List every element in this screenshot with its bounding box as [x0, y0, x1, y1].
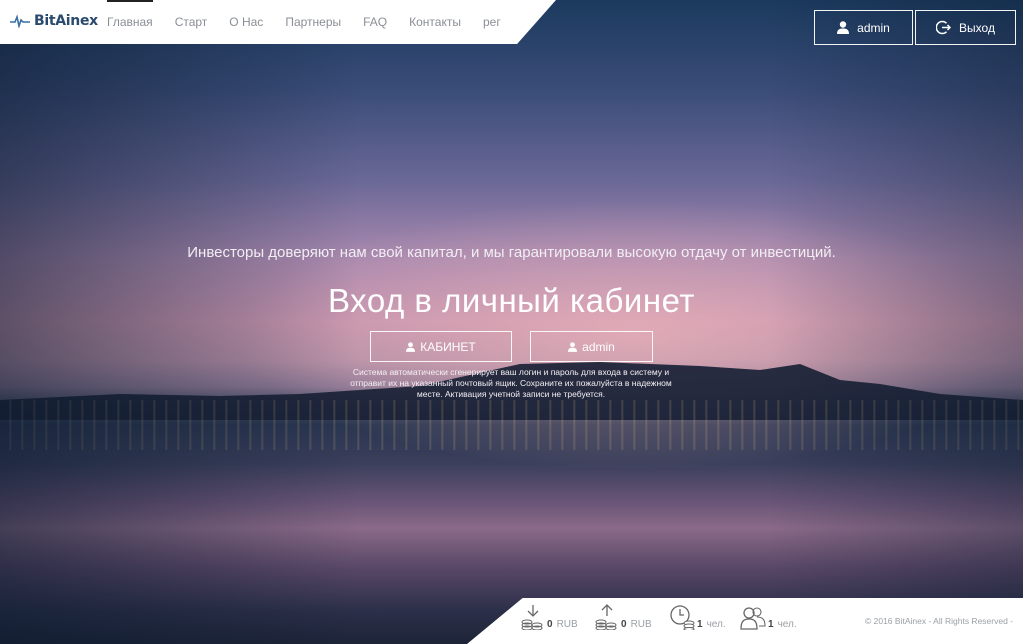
stat-online-value: 1 — [697, 619, 703, 630]
admin-button-label: admin — [582, 339, 615, 354]
city-lights-reflection — [0, 400, 1023, 450]
stats-footer: 0 RUB 0 RUB 1 чел. 1 чел. © 2016 BitAine… — [467, 598, 1023, 644]
clock-coins-icon — [670, 605, 695, 630]
logout-button-label: Выход — [959, 20, 995, 35]
notice-line: Система автоматически сгенерирует ваш ло… — [352, 367, 670, 377]
stat-users: 1 чел. — [740, 598, 797, 644]
stat-withdrawals: 0 RUB — [595, 598, 652, 644]
nav-item-start[interactable]: Старт — [175, 0, 208, 44]
nav-item-faq[interactable]: FAQ — [363, 0, 387, 44]
page-title: Вход в личный кабинет — [328, 282, 695, 319]
top-navbar: BitAinex Главная Старт О Нас Партнеры FA… — [0, 0, 556, 44]
user-icon — [406, 341, 416, 352]
stat-deposits-value: 0 — [547, 619, 553, 630]
cabinet-button-label: КАБИНЕТ — [420, 339, 476, 354]
pulse-logo-icon — [10, 14, 30, 28]
user-icon — [837, 21, 850, 34]
account-button-label: admin — [857, 20, 890, 35]
hero-tagline: Инвесторы доверяют нам свой капитал, и м… — [187, 244, 836, 261]
nav-item-register[interactable]: рег — [483, 0, 501, 44]
account-button[interactable]: admin — [814, 10, 913, 45]
nav-item-about[interactable]: О Нас — [229, 0, 263, 44]
logout-button[interactable]: Выход — [915, 10, 1016, 45]
stat-withdrawals-value: 0 — [621, 619, 627, 630]
main-nav: Главная Старт О Нас Партнеры FAQ Контакт… — [107, 0, 523, 44]
stat-users-value: 1 — [768, 619, 774, 630]
background-photo — [0, 0, 1023, 644]
stat-deposits: 0 RUB — [521, 598, 578, 644]
stat-users-unit: чел. — [777, 619, 797, 630]
stat-deposits-unit: RUB — [556, 619, 578, 630]
stat-online: 1 чел. — [669, 598, 726, 644]
stat-withdrawals-unit: RUB — [630, 619, 652, 630]
users-icon — [740, 607, 766, 630]
notice-line: месте. Активация учетной записи не требу… — [416, 389, 606, 399]
brand-name: BitAinex — [34, 13, 98, 29]
admin-button[interactable]: admin — [530, 331, 653, 362]
nav-item-home[interactable]: Главная — [107, 0, 153, 44]
nav-item-partners[interactable]: Партнеры — [285, 0, 341, 44]
nav-item-contacts[interactable]: Контакты — [409, 0, 461, 44]
registration-notice: Система автоматически сгенерирует ваш ло… — [318, 367, 704, 400]
copyright: © 2016 BitAinex - All Rights Reserved - — [865, 616, 1013, 626]
upload-coins-icon — [595, 604, 617, 630]
cabinet-button[interactable]: КАБИНЕТ — [370, 331, 512, 362]
brand-logo[interactable]: BitAinex — [10, 13, 98, 29]
stat-online-unit: чел. — [706, 619, 726, 630]
logout-icon — [936, 20, 952, 35]
notice-line: отправит их на указанный почтовый ящик. … — [350, 378, 672, 388]
download-coins-icon — [521, 605, 543, 630]
user-icon — [568, 341, 578, 352]
